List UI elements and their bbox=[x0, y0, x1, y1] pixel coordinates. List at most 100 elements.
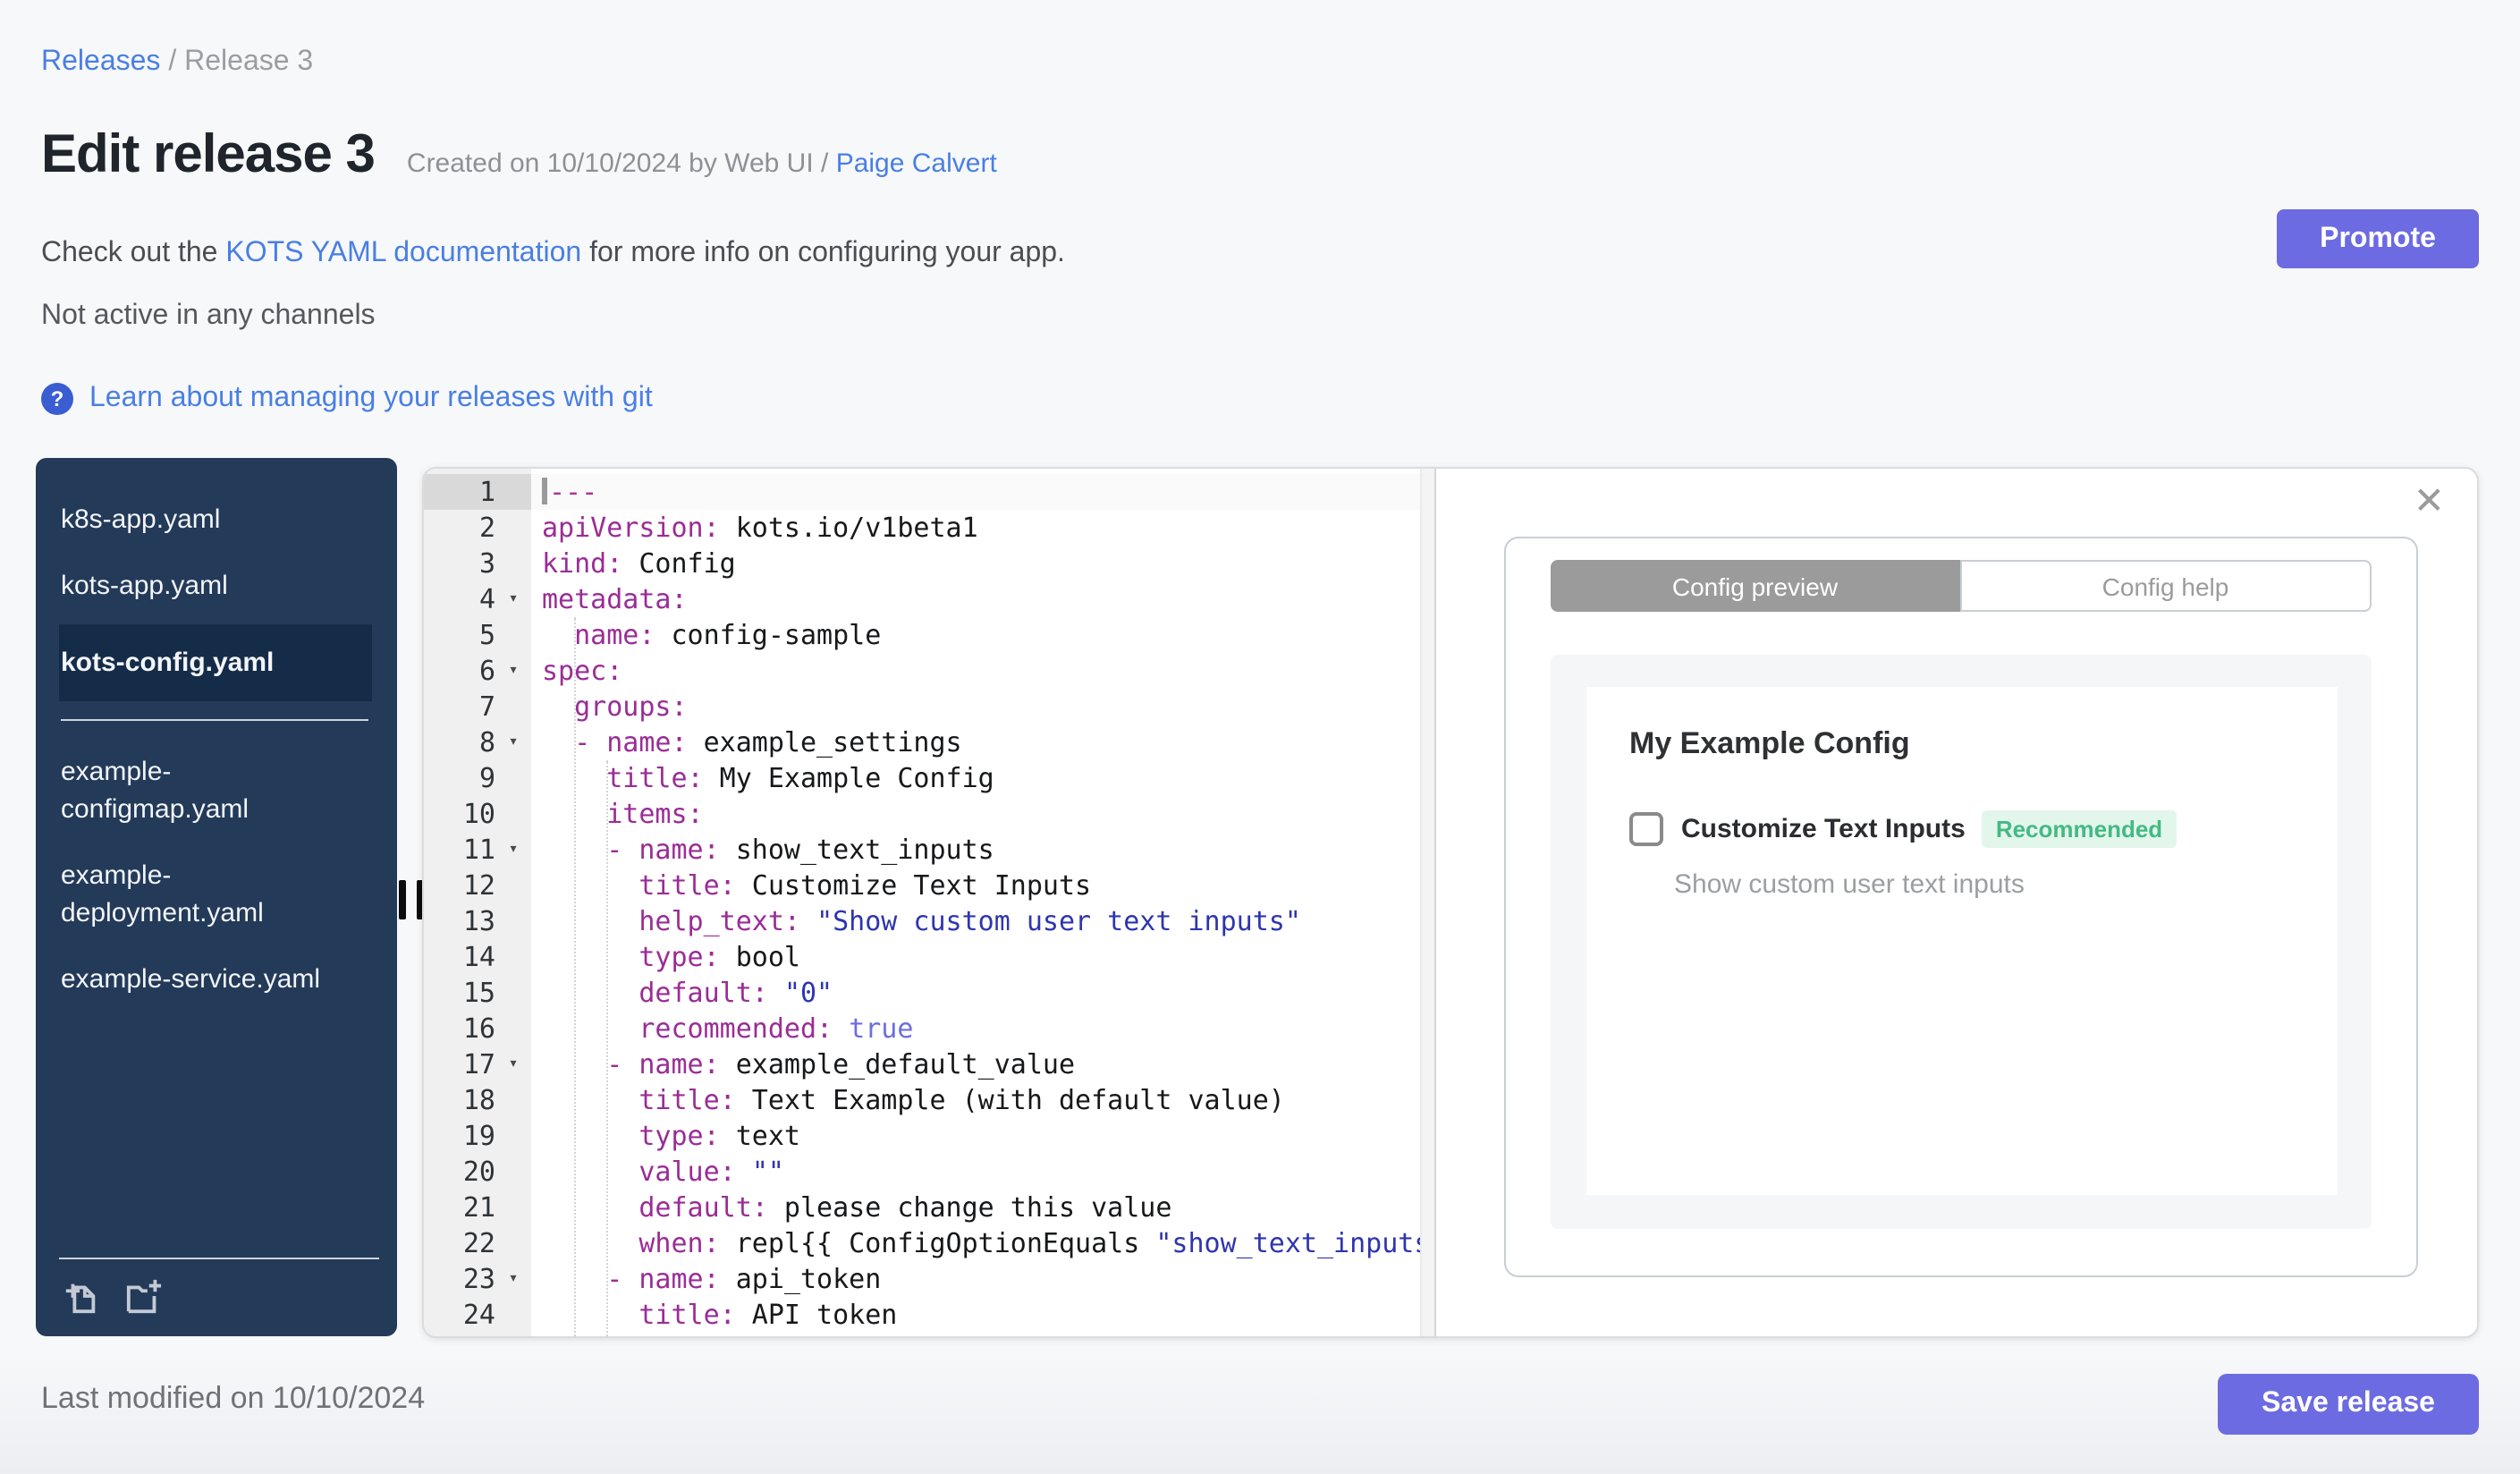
help-question-icon[interactable]: ? bbox=[41, 383, 73, 415]
line-number: 15 bbox=[462, 977, 495, 1009]
code-line-19: 19 type: text bbox=[424, 1118, 1422, 1154]
code-text: type: bool bbox=[638, 941, 800, 973]
line-gutter: 21 bbox=[424, 1190, 531, 1225]
code-line-1: 1 --- bbox=[424, 474, 1422, 510]
line-gutter: 2 bbox=[424, 510, 531, 546]
git-releases-link[interactable]: Learn about managing your releases with … bbox=[89, 383, 653, 415]
customize-text-inputs-checkbox[interactable] bbox=[1629, 812, 1663, 846]
sidebar-resize-handle[interactable] bbox=[399, 880, 424, 919]
code-line-10: 10 items: bbox=[424, 796, 1422, 832]
line-gutter: 11 ▾ bbox=[424, 832, 531, 868]
close-icon[interactable]: ✕ bbox=[2414, 483, 2445, 521]
promote-button[interactable]: Promote bbox=[2277, 209, 2479, 268]
code-text: default: "0" bbox=[638, 977, 833, 1009]
line-number: 23 bbox=[462, 1263, 495, 1295]
yaml-code-editor[interactable]: 1 --- 2 apiVersion: kots.io/v1beta1 3 kind: C… bbox=[424, 469, 1436, 1336]
code-line-6: 6 ▾ spec: bbox=[424, 653, 1422, 689]
channel-status: Not active in any channels bbox=[41, 301, 376, 331]
line-number: 9 bbox=[478, 762, 495, 794]
code-text: help_text: "Show custom user text inputs… bbox=[638, 905, 1301, 937]
code-text: - name: example_default_value bbox=[606, 1048, 1076, 1080]
last-modified-text: Last modified on 10/10/2024 bbox=[41, 1381, 426, 1415]
line-number: 3 bbox=[478, 547, 495, 580]
code-line-5: 5 name: config-sample bbox=[424, 617, 1422, 653]
sidebar-item-kots-config.yaml[interactable]: kots-config.yaml bbox=[59, 624, 372, 701]
line-gutter: 20 bbox=[424, 1154, 531, 1190]
code-line-2: 2 apiVersion: kots.io/v1beta1 bbox=[424, 510, 1422, 546]
code-text: items: bbox=[606, 798, 704, 830]
tab-config-help[interactable]: Config help bbox=[1959, 560, 2372, 612]
sidebar-item-example-deployment.yaml[interactable]: example-deployment.yaml bbox=[59, 843, 372, 946]
fold-arrow-icon[interactable]: ▾ bbox=[495, 1261, 531, 1297]
author-link[interactable]: Paige Calvert bbox=[836, 148, 997, 179]
file-name: kots-config.yaml bbox=[61, 648, 275, 678]
code-text: spec: bbox=[542, 655, 623, 687]
git-help-row: ? Learn about managing your releases wit… bbox=[41, 383, 653, 415]
sidebar-item-kots-app.yaml[interactable]: kots-app.yaml bbox=[59, 553, 372, 619]
sidebar-item-example-service.yaml[interactable]: example-service.yaml bbox=[59, 946, 372, 1012]
code-line-23: 23 ▾ - name: api_token bbox=[424, 1261, 1422, 1297]
sidebar-actions bbox=[59, 1274, 379, 1322]
fold-arrow-icon[interactable]: ▾ bbox=[495, 832, 531, 868]
line-gutter: 17 ▾ bbox=[424, 1046, 531, 1082]
code-text: --- bbox=[531, 474, 1422, 510]
fold-arrow-icon[interactable]: ▾ bbox=[495, 1046, 531, 1082]
code-text: metadata: bbox=[542, 583, 688, 615]
code-line-18: 18 title: Text Example (with default val… bbox=[424, 1082, 1422, 1118]
line-number: 5 bbox=[478, 619, 495, 651]
line-number: 10 bbox=[462, 798, 495, 830]
code-line-22: 22 when: repl{{ ConfigOptionEquals "show… bbox=[424, 1225, 1422, 1261]
code-line-13: 13 help_text: "Show custom user text inp… bbox=[424, 903, 1422, 939]
fold-arrow-icon[interactable]: ▾ bbox=[495, 581, 531, 617]
fold-arrow-icon[interactable]: ▾ bbox=[495, 653, 531, 689]
line-gutter: 14 bbox=[424, 939, 531, 975]
code-line-7: 7 groups: bbox=[424, 689, 1422, 724]
file-name: example-deployment.yaml bbox=[61, 860, 264, 928]
line-gutter: 8 ▾ bbox=[424, 724, 531, 760]
code-line-16: 16 recommended: true bbox=[424, 1011, 1422, 1046]
code-line-14: 14 type: bool bbox=[424, 939, 1422, 975]
new-folder-icon[interactable] bbox=[123, 1277, 165, 1315]
code-line-3: 3 kind: Config bbox=[424, 546, 1422, 581]
line-number: 17 bbox=[462, 1048, 495, 1080]
breadcrumb-releases-link[interactable]: Releases bbox=[41, 47, 160, 77]
title-row: Edit release 3 Created on 10/10/2024 by … bbox=[41, 125, 997, 186]
code-text: groups: bbox=[574, 690, 688, 723]
line-gutter: 25 bbox=[424, 1333, 531, 1336]
editor-scrollbar[interactable] bbox=[1420, 469, 1434, 1336]
fold-arrow-icon[interactable]: ▾ bbox=[495, 724, 531, 760]
new-file-icon[interactable] bbox=[63, 1277, 100, 1315]
sidebar-item-example-configmap.yaml[interactable]: example-configmap.yaml bbox=[59, 739, 372, 843]
line-gutter: 10 bbox=[424, 796, 531, 832]
line-gutter: 18 bbox=[424, 1082, 531, 1118]
tab-config-preview[interactable]: Config preview bbox=[1551, 560, 1959, 612]
line-gutter: 1 bbox=[424, 474, 531, 510]
code-lines: 1 --- 2 apiVersion: kots.io/v1beta1 3 kind: C… bbox=[424, 474, 1422, 1336]
code-line-21: 21 default: please change this value bbox=[424, 1190, 1422, 1225]
line-number: 7 bbox=[478, 690, 495, 723]
recommended-badge: Recommended bbox=[1981, 810, 2178, 848]
code-text: - name: show_text_inputs bbox=[606, 834, 994, 866]
breadcrumb-separator: / bbox=[168, 47, 177, 77]
sidebar-item-k8s-app.yaml[interactable]: k8s-app.yaml bbox=[59, 487, 372, 553]
code-line-15: 15 default: "0" bbox=[424, 975, 1422, 1011]
code-line-9: 9 title: My Example Config bbox=[424, 760, 1422, 796]
code-line-17: 17 ▾ - name: example_default_value bbox=[424, 1046, 1422, 1082]
save-release-button[interactable]: Save release bbox=[2218, 1374, 2479, 1435]
code-text: title: Text Example (with default value) bbox=[638, 1084, 1285, 1116]
line-number: 16 bbox=[462, 1012, 495, 1045]
line-number: 22 bbox=[462, 1227, 495, 1259]
line-number: 13 bbox=[462, 905, 495, 937]
kots-docs-link[interactable]: KOTS YAML documentation bbox=[225, 238, 581, 268]
page-title: Edit release 3 bbox=[41, 125, 376, 184]
code-text: - name: api_token bbox=[606, 1263, 882, 1295]
